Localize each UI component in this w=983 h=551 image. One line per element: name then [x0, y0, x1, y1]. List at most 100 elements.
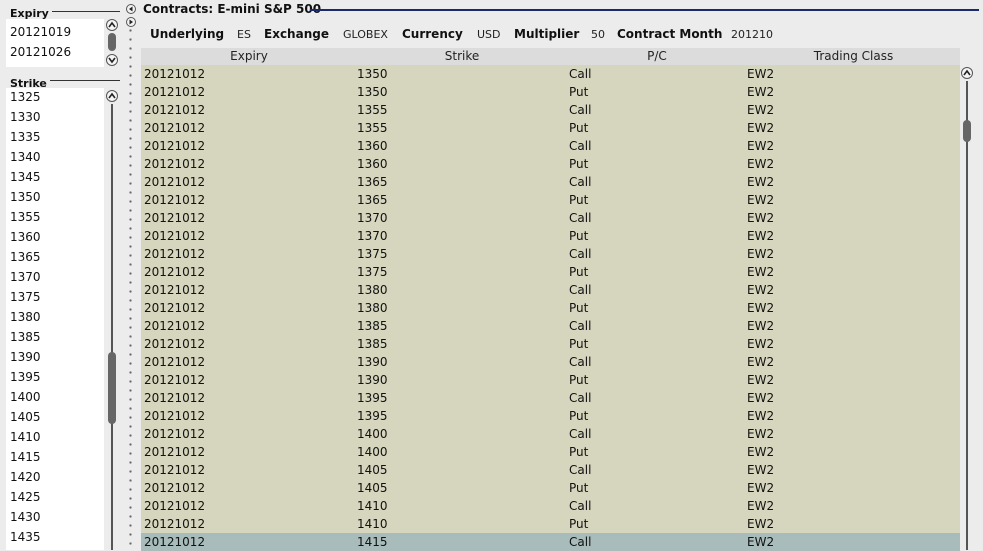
- table-row[interactable]: 20121012 1355 Put EW2: [141, 119, 960, 137]
- expiry-scroll-down-button[interactable]: [106, 54, 118, 66]
- table-row[interactable]: 20121012 1405 Call EW2: [141, 461, 960, 479]
- contracts-scroll-up-button[interactable]: [961, 67, 973, 79]
- list-item[interactable]: 20121026: [10, 45, 71, 59]
- table-row[interactable]: 20121012 1370 Call EW2: [141, 209, 960, 227]
- list-item[interactable]: 1420: [10, 470, 41, 484]
- table-row[interactable]: 20121012 1370 Put EW2: [141, 227, 960, 245]
- table-row[interactable]: 20121012 1405 Put EW2: [141, 479, 960, 497]
- table-cell: 20121012: [144, 157, 206, 171]
- contracts-scroll-thumb[interactable]: [963, 120, 971, 142]
- table-cell: Call: [569, 283, 592, 297]
- strike-scroll-up-button[interactable]: [106, 90, 118, 102]
- table-row[interactable]: 20121012 1390 Put EW2: [141, 371, 960, 389]
- table-cell: 20121012: [144, 517, 206, 531]
- table-row[interactable]: 20121012 1360 Call EW2: [141, 137, 960, 155]
- table-row[interactable]: 20121012 1395 Call EW2: [141, 389, 960, 407]
- column-header-pc[interactable]: P/C: [567, 48, 747, 65]
- table-cell: Call: [569, 463, 592, 477]
- list-item[interactable]: 1365: [10, 250, 41, 264]
- table-row[interactable]: 20121012 1400 Call EW2: [141, 425, 960, 443]
- table-row[interactable]: 20121012 1395 Put EW2: [141, 407, 960, 425]
- multiplier-label: Multiplier: [514, 27, 580, 41]
- table-row[interactable]: 20121012 1385 Call EW2: [141, 317, 960, 335]
- list-item[interactable]: 1360: [10, 230, 41, 244]
- collapse-left-button[interactable]: [126, 4, 136, 14]
- list-item[interactable]: 1400: [10, 390, 41, 404]
- list-item[interactable]: 1430: [10, 510, 41, 524]
- table-row[interactable]: 20121012 1410 Call EW2: [141, 497, 960, 515]
- table-cell: 20121012: [144, 499, 206, 513]
- table-cell: 1380: [357, 283, 388, 297]
- table-cell: Put: [569, 409, 589, 423]
- list-item[interactable]: 1340: [10, 150, 41, 164]
- expiry-scroll-up-button[interactable]: [106, 19, 118, 31]
- table-cell: Put: [569, 517, 589, 531]
- table-row[interactable]: 20121012 1380 Put EW2: [141, 299, 960, 317]
- table-cell: 1355: [357, 121, 388, 135]
- table-row[interactable]: 20121012 1415 Call EW2: [141, 533, 960, 551]
- table-cell: 1395: [357, 409, 388, 423]
- list-item[interactable]: 1435: [10, 530, 41, 544]
- list-item[interactable]: 1405: [10, 410, 41, 424]
- expand-right-button[interactable]: [126, 17, 136, 27]
- table-row[interactable]: 20121012 1355 Call EW2: [141, 101, 960, 119]
- table-row[interactable]: 20121012 1380 Call EW2: [141, 281, 960, 299]
- list-item[interactable]: 1380: [10, 310, 41, 324]
- table-row[interactable]: 20121012 1350 Call EW2: [141, 65, 960, 83]
- table-cell: EW2: [747, 463, 775, 477]
- table-row[interactable]: 20121012 1410 Put EW2: [141, 515, 960, 533]
- contracts-title: Contracts: E-mini S&P 500: [143, 2, 322, 16]
- table-row[interactable]: 20121012 1385 Put EW2: [141, 335, 960, 353]
- list-item[interactable]: 1425: [10, 490, 41, 504]
- table-row[interactable]: 20121012 1350 Put EW2: [141, 83, 960, 101]
- table-row[interactable]: 20121012 1360 Put EW2: [141, 155, 960, 173]
- list-item[interactable]: 1325: [10, 90, 41, 104]
- list-item[interactable]: 1390: [10, 350, 41, 364]
- list-item[interactable]: 1375: [10, 290, 41, 304]
- currency-label: Currency: [402, 27, 463, 41]
- table-cell: 20121012: [144, 463, 206, 477]
- table-row[interactable]: 20121012 1400 Put EW2: [141, 443, 960, 461]
- table-cell: 1390: [357, 355, 388, 369]
- list-item[interactable]: 1415: [10, 450, 41, 464]
- table-cell: 20121012: [144, 67, 206, 81]
- list-item[interactable]: 1385: [10, 330, 41, 344]
- list-item[interactable]: 1355: [10, 210, 41, 224]
- table-cell: 20121012: [144, 319, 206, 333]
- table-cell: 20121012: [144, 211, 206, 225]
- contracts-scroll-track[interactable]: [966, 81, 968, 550]
- table-cell: Call: [569, 499, 592, 513]
- table-row[interactable]: 20121012 1365 Call EW2: [141, 173, 960, 191]
- strike-scroll-track[interactable]: [111, 104, 113, 550]
- table-cell: 1405: [357, 481, 388, 495]
- list-item[interactable]: 20121019: [10, 25, 71, 39]
- strike-list[interactable]: 1325 1330 1335 1340 1345 1350 1355 1360 1365 1370…: [6, 88, 104, 550]
- list-item[interactable]: 1395: [10, 370, 41, 384]
- table-cell: 20121012: [144, 409, 206, 423]
- column-header-expiry[interactable]: Expiry: [141, 48, 357, 65]
- column-header-strike[interactable]: Strike: [357, 48, 567, 65]
- table-cell: 1370: [357, 229, 388, 243]
- table-cell: 20121012: [144, 391, 206, 405]
- strike-scroll-thumb[interactable]: [108, 352, 116, 424]
- panel-splitter[interactable]: [129, 26, 132, 550]
- list-item[interactable]: 1345: [10, 170, 41, 184]
- table-cell: 1365: [357, 193, 388, 207]
- table-cell: EW2: [747, 355, 775, 369]
- table-row[interactable]: 20121012 1375 Call EW2: [141, 245, 960, 263]
- expiry-scroll-thumb[interactable]: [108, 33, 116, 51]
- expiry-list[interactable]: 20121019 20121026: [6, 19, 104, 67]
- table-cell: 1400: [357, 427, 388, 441]
- table-cell: EW2: [747, 139, 775, 153]
- table-row[interactable]: 20121012 1375 Put EW2: [141, 263, 960, 281]
- table-cell: EW2: [747, 499, 775, 513]
- table-cell: Put: [569, 337, 589, 351]
- table-row[interactable]: 20121012 1390 Call EW2: [141, 353, 960, 371]
- table-row[interactable]: 20121012 1365 Put EW2: [141, 191, 960, 209]
- column-header-trading-class[interactable]: Trading Class: [747, 48, 960, 65]
- list-item[interactable]: 1410: [10, 430, 41, 444]
- list-item[interactable]: 1350: [10, 190, 41, 204]
- list-item[interactable]: 1370: [10, 270, 41, 284]
- list-item[interactable]: 1335: [10, 130, 41, 144]
- list-item[interactable]: 1330: [10, 110, 41, 124]
